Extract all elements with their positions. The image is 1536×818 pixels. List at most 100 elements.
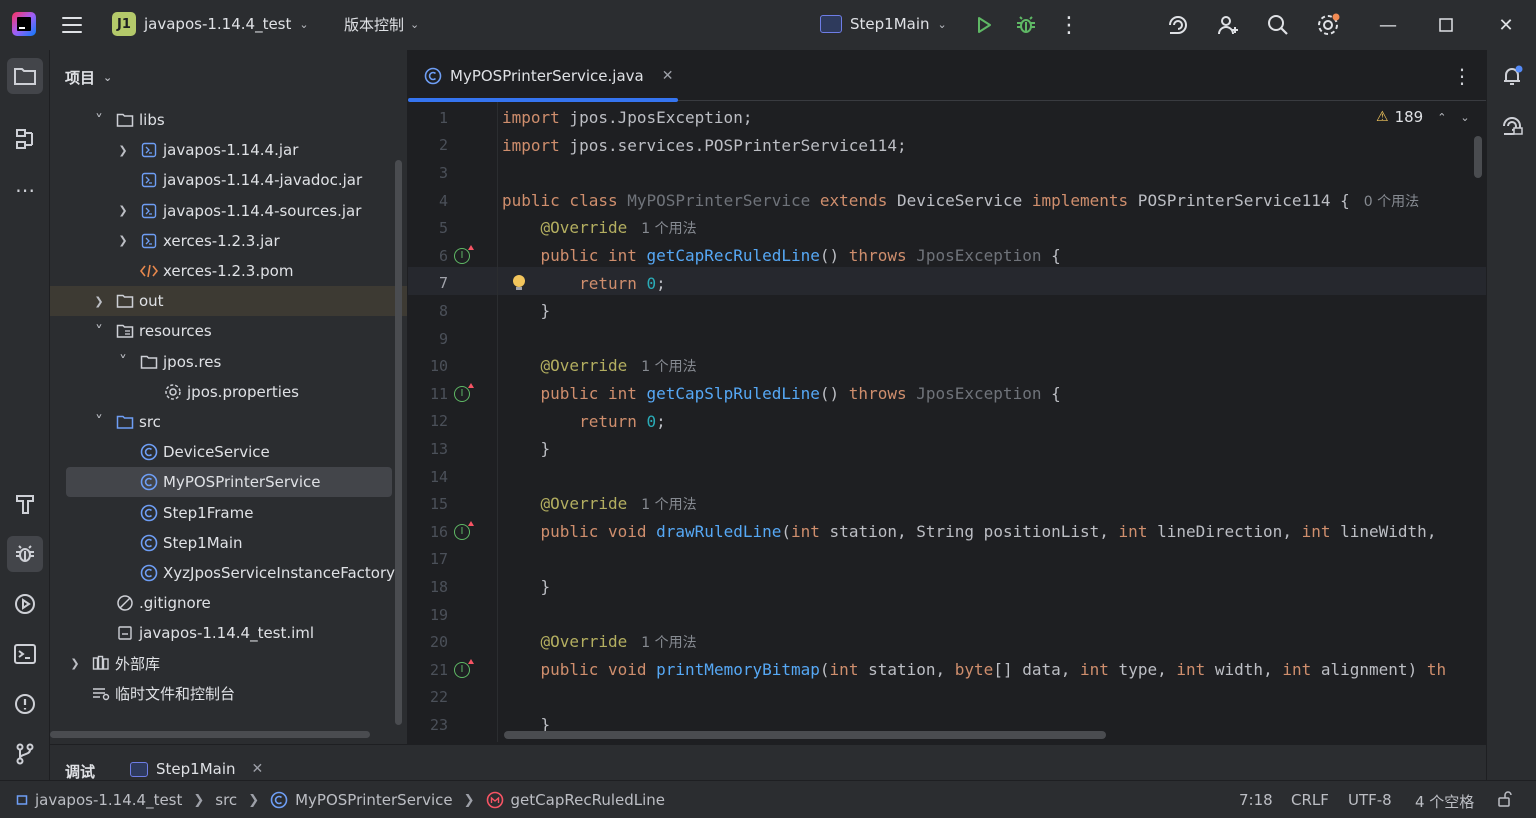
more-actions-icon[interactable]: ⋮ (1055, 11, 1083, 39)
tree-item[interactable]: DeviceService (50, 437, 407, 467)
tree-item[interactable]: jpos.properties (50, 377, 407, 407)
debug-tool-icon[interactable] (7, 536, 43, 572)
tree-item[interactable]: xerces-1.2.3.pom (50, 256, 407, 286)
tree-item[interactable]: .gitignore (50, 588, 407, 618)
run-configuration-selector[interactable]: Step1Main ⌄ (820, 9, 947, 39)
add-user-icon[interactable] (1214, 11, 1242, 39)
line-separator[interactable]: CRLF (1291, 791, 1329, 809)
usages-hint[interactable]: 1 个用法 (641, 635, 696, 651)
git-branch-icon[interactable] (7, 736, 43, 772)
gutter-line[interactable]: 15 (408, 490, 498, 518)
tree-item[interactable]: ❯ xerces-1.2.3.jar (50, 226, 407, 256)
debug-icon[interactable] (1012, 11, 1040, 39)
tree-item[interactable]: ❯ out (50, 286, 407, 317)
implements-method-icon[interactable]: I (454, 382, 474, 402)
gutter-line[interactable]: 6I (408, 242, 498, 270)
code-line[interactable]: public class MyPOSPrinterService extends… (498, 187, 1486, 215)
close-tab-icon[interactable]: ✕ (252, 761, 264, 777)
gutter-line[interactable]: 5 (408, 214, 498, 242)
tree-item[interactable]: ❯ javapos-1.14.4-sources.jar (50, 196, 407, 226)
code-line[interactable]: } (498, 435, 1486, 463)
gutter-line[interactable]: 8 (408, 297, 498, 325)
code-line[interactable] (498, 325, 1486, 353)
debug-session-tab[interactable]: Step1Main ✕ (130, 760, 263, 778)
gutter-line[interactable]: 9 (408, 325, 498, 353)
breadcrumb-class[interactable]: MyPOSPrinterService (295, 791, 453, 809)
tree-item[interactable]: ˅ jpos.res (50, 347, 407, 377)
breadcrumb-project[interactable]: javapos-1.14.4_test (35, 791, 182, 809)
gutter-line[interactable]: 7 (408, 270, 498, 298)
code-line[interactable]: } (498, 297, 1486, 325)
indent-setting[interactable]: 4 个空格 (1415, 791, 1474, 812)
code-line[interactable]: public int getCapRecRuledLine() throws J… (498, 242, 1486, 270)
chevron-down-icon[interactable]: ˅ (92, 412, 106, 431)
chevron-down-icon[interactable]: ˅ (92, 111, 106, 130)
gutter-line[interactable]: 13 (408, 435, 498, 463)
intellij-logo-icon[interactable] (12, 12, 36, 36)
code-line[interactable]: return 0; (498, 408, 1486, 436)
code-line[interactable] (498, 546, 1486, 574)
gutter-line[interactable]: 1 (408, 104, 498, 132)
usages-hint[interactable]: 1 个用法 (641, 359, 696, 375)
problems-icon[interactable] (7, 686, 43, 722)
project-view-dropdown[interactable]: 项目 ⌄ (65, 67, 112, 88)
chevron-down-icon[interactable]: ˅ (116, 352, 130, 371)
search-icon[interactable] (1264, 11, 1292, 39)
tree-item[interactable]: MyPOSPrinterService (66, 467, 392, 498)
structure-icon[interactable] (7, 121, 43, 157)
gutter-line[interactable]: 22 (408, 684, 498, 712)
gear-icon[interactable] (1314, 11, 1342, 39)
project-vertical-scrollbar[interactable] (395, 160, 402, 725)
gutter-line[interactable]: 19 (408, 601, 498, 629)
code-line[interactable]: import jpos.services.POSPrinterService11… (498, 132, 1486, 160)
notifications-bell-icon[interactable] (1494, 58, 1530, 94)
editor-horizontal-scrollbar[interactable] (504, 731, 1106, 739)
code-line[interactable]: @Override 1 个用法 (498, 490, 1486, 518)
editor-more-icon[interactable]: ⋮ (1452, 64, 1472, 88)
services-icon[interactable] (7, 586, 43, 622)
gutter-line[interactable]: 16 I (408, 518, 498, 546)
tree-item[interactable]: ˅ libs (50, 105, 407, 135)
implements-method-icon[interactable]: I (454, 658, 474, 678)
code-line[interactable]: @Override 1 个用法 (498, 352, 1486, 380)
editor-vertical-scrollbar[interactable] (1474, 136, 1482, 178)
ai-assistant-icon[interactable] (1164, 11, 1192, 39)
editor-tab[interactable]: MyPOSPrinterService.java ✕ (408, 50, 678, 102)
tree-item[interactable]: XyzJposServiceInstanceFactory (50, 558, 407, 588)
code-line[interactable]: import jpos.JposException; (498, 104, 1486, 132)
gutter-line[interactable]: 2 (408, 132, 498, 160)
vcs-menu[interactable]: 版本控制 ⌄ (344, 9, 419, 39)
implements-method-icon[interactable]: I (454, 520, 474, 540)
caret-position[interactable]: 7:18 (1239, 791, 1273, 809)
tree-item[interactable]: ˅ src (50, 407, 407, 437)
code-line[interactable]: @Override 1 个用法 (498, 628, 1486, 656)
close-window-icon[interactable]: ✕ (1486, 11, 1526, 39)
chevron-down-icon[interactable]: ˅ (92, 322, 106, 341)
tree-item[interactable]: ˅ resources (50, 316, 407, 346)
gutter-line[interactable]: 23 (408, 711, 498, 739)
project-folder-icon[interactable] (7, 58, 43, 94)
tree-item[interactable]: javapos-1.14.4_test.iml (50, 618, 407, 648)
gutter-line[interactable]: 20 (408, 628, 498, 656)
chevron-right-icon[interactable]: ❯ (68, 657, 82, 670)
tree-item[interactable]: javapos-1.14.4-javadoc.jar (50, 165, 407, 195)
gutter-line[interactable]: 21 I (408, 656, 498, 684)
file-encoding[interactable]: UTF-8 (1348, 791, 1392, 809)
chevron-right-icon[interactable]: ❯ (116, 144, 130, 157)
gutter-line[interactable]: 11 I (408, 380, 498, 408)
gutter-line[interactable]: 4 (408, 187, 498, 215)
tree-item[interactable]: Step1Main (50, 528, 407, 558)
code-area[interactable]: import jpos.JposException; import jpos.se… (498, 102, 1486, 742)
implements-method-icon[interactable]: I (454, 244, 474, 264)
maximize-icon[interactable] (1426, 11, 1466, 39)
gutter-line[interactable]: 14 (408, 463, 498, 491)
run-icon[interactable] (970, 11, 998, 39)
close-tab-icon[interactable]: ✕ (662, 68, 674, 84)
tree-item[interactable]: Step1Frame (50, 497, 407, 527)
terminal-icon[interactable] (7, 636, 43, 672)
usages-hint[interactable]: 0 个用法 (1364, 194, 1419, 210)
code-line[interactable]: @Override 1 个用法 (498, 214, 1486, 242)
gutter-line[interactable]: 18 (408, 573, 498, 601)
code-line[interactable]: public void printMemoryBitmap(int statio… (498, 656, 1486, 684)
code-line[interactable]: } (498, 573, 1486, 601)
